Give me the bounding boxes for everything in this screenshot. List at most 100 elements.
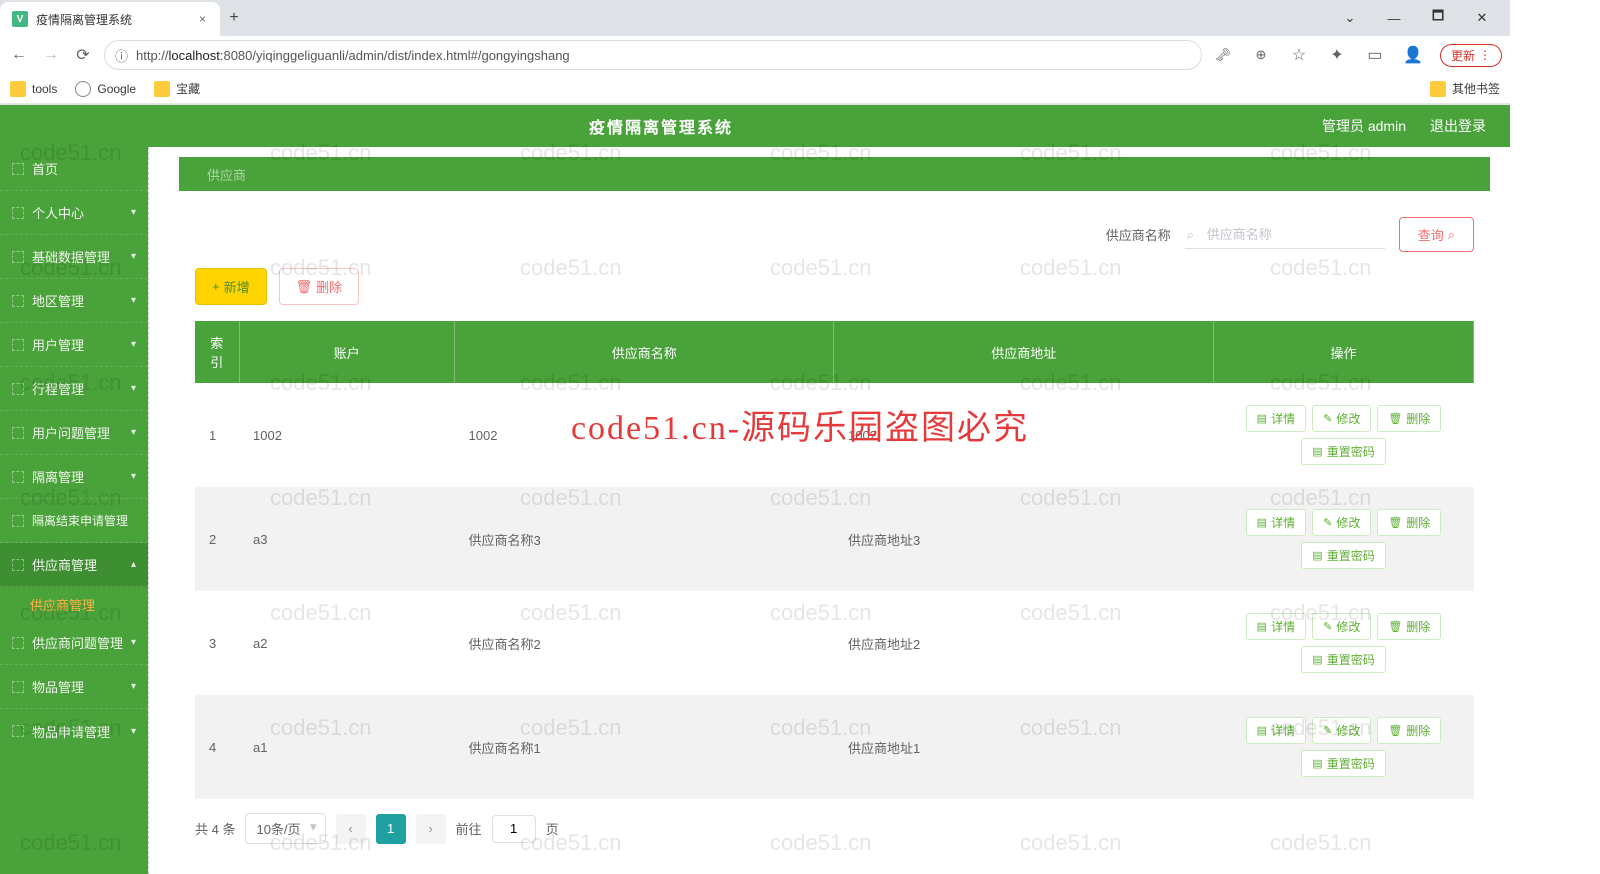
edit-icon: ✎ [1323, 724, 1332, 737]
sidebar-item-home[interactable]: 首页 [0, 147, 148, 191]
bookmark-other[interactable]: 其他书签 [1430, 80, 1500, 97]
cell-ops: ▤详情✎修改🗑删除 ▤重置密码 [1214, 383, 1474, 487]
action-row: +新增 🗑删除 [159, 262, 1510, 321]
menu-icon [12, 515, 24, 527]
op-edit[interactable]: ✎修改 [1312, 509, 1371, 536]
globe-icon [75, 81, 91, 97]
page-size-select[interactable]: 10条/页 [245, 813, 325, 844]
op-detail[interactable]: ▤详情 [1246, 717, 1306, 744]
sidebar-sub-label: 供应商管理 [30, 595, 95, 614]
op-detail[interactable]: ▤详情 [1246, 509, 1306, 536]
delete-button[interactable]: 🗑删除 [279, 268, 360, 305]
plus-icon: + [212, 279, 220, 294]
password-icon[interactable]: 🗝 [1212, 47, 1234, 63]
pager-prev[interactable]: ‹ [336, 814, 366, 844]
op-delete[interactable]: 🗑删除 [1377, 509, 1441, 536]
translate-icon[interactable]: ⊕ [1250, 47, 1272, 63]
new-tab-button[interactable]: + [220, 9, 248, 27]
doc-icon: ▤ [1257, 516, 1267, 529]
bookmark-google[interactable]: Google [75, 81, 136, 97]
op-edit[interactable]: ✎修改 [1312, 717, 1371, 744]
sidebar-item-issues[interactable]: 用户问题管理▾ [0, 411, 148, 455]
pager-page-1[interactable]: 1 [376, 814, 406, 844]
url-bar[interactable]: ⓘ http:// localhost :8080/yiqinggeliguan… [104, 40, 1202, 70]
cell-index: 1 [195, 383, 239, 487]
op-reset-pwd[interactable]: ▤重置密码 [1301, 438, 1385, 465]
query-button[interactable]: 查询⌕ [1399, 217, 1474, 252]
profile-icon[interactable]: 👤 [1402, 45, 1424, 65]
chevron-up-icon: ▴ [131, 559, 136, 570]
chevron-down-icon: ▾ [131, 471, 136, 482]
op-edit[interactable]: ✎修改 [1312, 613, 1371, 640]
trash-icon: 🗑 [1388, 412, 1402, 425]
chevron-down-icon: ▾ [131, 427, 136, 438]
update-chip[interactable]: 更新⋮ [1440, 44, 1502, 67]
pagination: 共 4 条 10条/页 ‹ 1 › 前往 页 [159, 799, 1510, 874]
menu-icon [12, 637, 24, 649]
op-edit[interactable]: ✎修改 [1312, 405, 1371, 432]
sidebar-item-label: 隔离管理 [32, 467, 84, 486]
cell-address: 1002 [834, 383, 1214, 487]
supplier-name-input[interactable] [1185, 221, 1385, 249]
content-area: 供应商 供应商名称 ⌕ 查询⌕ +新增 🗑删除 索引 账户 供应商名称 供应商地… [148, 147, 1510, 874]
menu-icon [12, 207, 24, 219]
bookmark-tools[interactable]: tools [10, 81, 57, 97]
cell-account: 1002 [239, 383, 455, 487]
op-reset-pwd[interactable]: ▤重置密码 [1301, 646, 1385, 673]
sidebar-item-isolation[interactable]: 隔离管理 ▾ [0, 455, 148, 499]
sidebar-item-region[interactable]: 地区管理▾ [0, 279, 148, 323]
menu-icon [12, 163, 24, 175]
nav-back-icon[interactable]: ← [8, 46, 30, 64]
add-button[interactable]: +新增 [195, 268, 267, 305]
toolbar-right: 🗝 ⊕ ☆ ✦ ▭ 👤 更新⋮ [1212, 44, 1502, 67]
panel-icon[interactable]: ▭ [1364, 45, 1386, 65]
menu-icon [12, 559, 24, 571]
op-delete[interactable]: 🗑删除 [1377, 717, 1441, 744]
table-row: 4a1供应商名称1供应商地址1▤详情✎修改🗑删除▤重置密码 [195, 695, 1474, 799]
site-info-icon[interactable]: ⓘ [115, 46, 128, 65]
close-window-icon[interactable]: ✕ [1460, 10, 1504, 26]
extensions-icon[interactable]: ✦ [1326, 45, 1348, 65]
current-user[interactable]: 管理员 admin [1322, 116, 1406, 136]
sidebar-item-basedata[interactable]: 基础数据管理▾ [0, 235, 148, 279]
col-name: 供应商名称 [455, 321, 834, 383]
close-icon[interactable]: × [197, 12, 208, 26]
folder-icon [10, 81, 26, 97]
cell-account: a2 [239, 591, 455, 695]
star-icon[interactable]: ☆ [1288, 45, 1310, 65]
bookmark-treasure[interactable]: 宝藏 [154, 80, 200, 97]
pager-goto-input[interactable] [492, 815, 536, 843]
nav-forward-icon[interactable]: → [40, 46, 62, 64]
edit-icon: ✎ [1323, 620, 1332, 633]
sidebar-item-profile[interactable]: 个人中心▾ [0, 191, 148, 235]
op-detail[interactable]: ▤详情 [1246, 613, 1306, 640]
cell-index: 3 [195, 591, 239, 695]
op-reset-pwd[interactable]: ▤重置密码 [1301, 542, 1385, 569]
sidebar-item-goods-apply[interactable]: 物品申请管理▾ [0, 709, 148, 753]
minimize-icon[interactable]: — [1372, 11, 1416, 26]
col-ops: 操作 [1214, 321, 1474, 383]
trash-icon: 🗑 [1388, 724, 1402, 737]
reload-icon[interactable]: ⟳ [72, 45, 94, 65]
logout-link[interactable]: 退出登录 [1430, 116, 1486, 136]
browser-tab[interactable]: V 疫情隔离管理系统 × [0, 2, 220, 36]
sidebar-item-supplier-issues[interactable]: 供应商问题管理▾ [0, 621, 148, 665]
op-delete[interactable]: 🗑删除 [1377, 613, 1441, 640]
table-row: 1100210021002▤详情✎修改🗑删除▤重置密码 [195, 383, 1474, 487]
dropdown-icon[interactable]: ⌄ [1328, 10, 1372, 26]
sidebar-item-goods[interactable]: 物品管理▾ [0, 665, 148, 709]
sidebar-item-isolation-end[interactable]: 隔离结束申请管理 [0, 499, 148, 543]
op-delete[interactable]: 🗑删除 [1377, 405, 1441, 432]
maximize-icon[interactable]: 🗖 [1416, 7, 1460, 29]
op-detail[interactable]: ▤详情 [1246, 405, 1306, 432]
sidebar-sub-supplier[interactable]: 供应商管理 [0, 587, 148, 621]
chevron-down-icon: ▾ [131, 339, 136, 350]
search-icon: ⌕ [1187, 227, 1194, 243]
sidebar-item-supplier[interactable]: 供应商管理▴ [0, 543, 148, 587]
op-reset-pwd[interactable]: ▤重置密码 [1301, 750, 1385, 777]
pager-next[interactable]: › [416, 814, 446, 844]
sidebar-item-trips[interactable]: 行程管理▾ [0, 367, 148, 411]
cell-address: 供应商地址1 [834, 695, 1214, 799]
sidebar-item-users[interactable]: 用户管理▾ [0, 323, 148, 367]
col-index: 索引 [195, 321, 239, 383]
